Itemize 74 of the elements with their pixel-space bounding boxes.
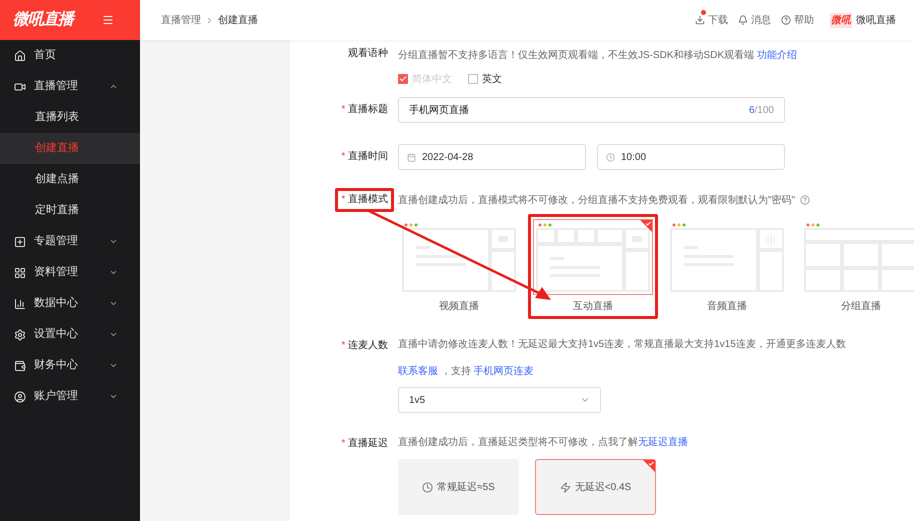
clock-icon: [422, 482, 434, 492]
language-checkbox[interactable]: 英文: [468, 72, 502, 86]
account-name[interactable]: 微吼直播: [856, 12, 896, 28]
header-action[interactable]: 下载: [695, 12, 728, 28]
title-input[interactable]: 手机网页直播 6/100: [398, 97, 785, 123]
menu-icon[interactable]: [102, 14, 114, 26]
bar-chart-icon: [14, 298, 26, 310]
square-icon: [14, 236, 26, 248]
check-corner-icon: [640, 220, 652, 232]
character-counter: 6/100: [748, 104, 774, 118]
settings-icon: [14, 328, 26, 340]
chevron-down-icon: [109, 299, 118, 308]
mode-label: 分组直播: [841, 300, 881, 314]
sidebar-subitem[interactable]: 直播列表: [0, 102, 140, 133]
check-icon: [399, 75, 407, 83]
field-description: 直播创建成功后，直播模式将不可修改，分组直播不支持免费观看，观看限制默认为"密码": [398, 194, 796, 208]
header-action[interactable]: 消息: [738, 12, 771, 28]
wallet-icon: [14, 360, 26, 372]
download-icon: [695, 15, 705, 25]
latency-option[interactable]: 无延迟<0.4S: [535, 459, 656, 515]
field-description: 直播创建成功后，直播延迟类型将不可修改，点我了解无延迟直播: [398, 436, 688, 450]
clock-icon: [606, 152, 615, 162]
chevron-down-icon: [109, 361, 118, 370]
chevron-right-icon: [205, 16, 214, 24]
video-icon: [14, 80, 26, 92]
sidebar-item[interactable]: 专题管理: [0, 226, 140, 257]
help-icon[interactable]: [800, 195, 810, 205]
field-label: * 直播标题: [340, 102, 389, 117]
date-picker[interactable]: 2022-04-28: [398, 144, 586, 170]
link[interactable]: 手机网页连麦: [474, 366, 534, 377]
chevron-down-icon: [109, 268, 118, 277]
help-icon: [781, 15, 791, 25]
time-picker[interactable]: 10:00: [597, 144, 785, 170]
bell-icon: [738, 15, 748, 25]
cohost-select[interactable]: 1v5: [398, 387, 601, 413]
sidebar-item[interactable]: 财务中心: [0, 350, 140, 381]
home-icon: [14, 50, 26, 62]
chevron-up-icon: [109, 82, 118, 91]
grid-icon: [14, 266, 26, 278]
chevron-down-icon: [109, 392, 118, 401]
sidebar-item[interactable]: 设置中心: [0, 319, 140, 350]
field-label: * 连麦人数: [340, 338, 389, 353]
logo: 微吼直播: [13, 10, 73, 30]
field-description: 分组直播暂不支持多语言！仅生效网页观看端，不生效JS-SDK和移动SDK观看端 功能介绍: [398, 48, 797, 63]
calendar-icon: [407, 152, 416, 162]
breadcrumb-item: 创建直播: [218, 14, 258, 28]
sidebar-item[interactable]: 资料管理: [0, 257, 140, 288]
link[interactable]: 联系客服: [398, 366, 438, 377]
user-icon: [14, 390, 26, 402]
sidebar-item[interactable]: 账户管理: [0, 381, 140, 412]
sidebar-subitem[interactable]: 定时直播: [0, 195, 140, 226]
mode-label: 视频直播: [439, 300, 479, 314]
mode-label: 互动直播: [573, 300, 613, 314]
account-logo: 微吼: [830, 12, 852, 28]
link[interactable]: 功能介绍: [756, 50, 797, 61]
latency-option[interactable]: 常规延迟≈5S: [398, 459, 519, 515]
sidebar-subitem[interactable]: 创建直播: [0, 133, 140, 164]
field-description: 直播中请勿修改连麦人数！无延迟最大支持1v5连麦，常规直播最大支持1v15连麦，开通更多连麦人数 联系客服 ，支持 手机网页连麦: [398, 338, 847, 379]
chevron-down-icon: [109, 237, 118, 246]
field-label: * 直播延迟: [340, 436, 389, 451]
mode-label: 音频直播: [707, 300, 747, 314]
check-corner-icon: [643, 460, 655, 472]
sidebar-subitem[interactable]: 创建点播: [0, 164, 140, 195]
field-label: 观看语种: [347, 46, 389, 61]
breadcrumb-item[interactable]: 直播管理: [161, 12, 201, 28]
field-label: * 直播时间: [340, 150, 389, 164]
field-label: * 直播模式: [335, 188, 394, 212]
sidebar-item[interactable]: 数据中心: [0, 288, 140, 319]
lightning-icon: [560, 482, 571, 492]
sidebar-item[interactable]: 首页: [0, 40, 140, 71]
sidebar-item[interactable]: 直播管理: [0, 71, 140, 102]
link[interactable]: 无延迟直播: [638, 437, 688, 448]
chevron-down-icon: [109, 330, 118, 339]
header-action[interactable]: 帮助: [781, 12, 814, 28]
